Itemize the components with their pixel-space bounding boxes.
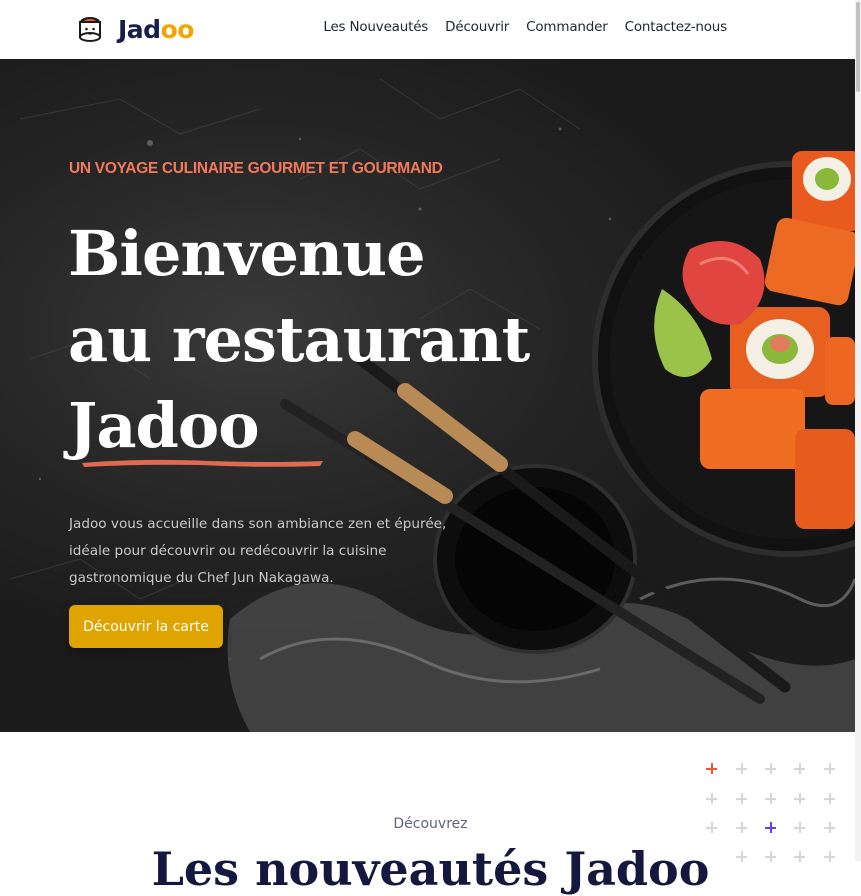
brand-name-main: Jad bbox=[118, 14, 161, 44]
main-nav: Les Nouveautés Découvrir Commander Conta… bbox=[306, 19, 727, 35]
plus-icon bbox=[765, 793, 776, 804]
sushi-chef-icon bbox=[79, 17, 101, 42]
plus-icon bbox=[736, 793, 747, 804]
hero-description: Jadoo vous accueille dans son ambiance z… bbox=[69, 516, 447, 586]
section-eyebrow: Découvrez bbox=[393, 816, 468, 832]
brand-logo[interactable]: Jadoo bbox=[76, 14, 194, 44]
nav-item-decouvrir[interactable]: Découvrir bbox=[445, 19, 509, 35]
hero-headline-line-2: au restaurant bbox=[68, 303, 530, 376]
hero-headline-line-1: Bienvenue bbox=[68, 217, 426, 290]
brand-name: Jadoo bbox=[118, 15, 194, 44]
nav-item-contact[interactable]: Contactez-nous bbox=[625, 19, 728, 35]
plus-icon bbox=[736, 763, 747, 774]
plus-icon bbox=[706, 793, 717, 804]
site-header: Jadoo Les Nouveautés Découvrir Commander… bbox=[0, 0, 861, 59]
page-scrollbar[interactable] bbox=[855, 0, 861, 861]
discover-menu-button[interactable]: Découvrir la carte bbox=[69, 605, 223, 648]
scrollbar-thumb[interactable] bbox=[856, 2, 860, 92]
section-title: Les nouveautés Jadoo bbox=[151, 842, 710, 896]
plus-icon bbox=[794, 763, 805, 774]
brush-underline bbox=[82, 459, 323, 467]
plus-icon bbox=[765, 763, 776, 774]
plus-icon bbox=[824, 793, 835, 804]
plus-icon bbox=[794, 793, 805, 804]
plus-icon bbox=[824, 763, 835, 774]
hero-eyebrow: UN VOYAGE CULINAIRE GOURMET ET GOURMAND bbox=[69, 160, 443, 177]
plus-icon bbox=[706, 763, 717, 774]
nav-item-commander[interactable]: Commander bbox=[526, 19, 608, 35]
hero-section: UN VOYAGE CULINAIRE GOURMET ET GOURMAND … bbox=[0, 59, 855, 732]
nav-item-nouveautes[interactable]: Les Nouveautés bbox=[323, 19, 428, 35]
brand-name-accent: oo bbox=[160, 14, 195, 44]
hero-headline: Bienvenue au restaurant Jadoo bbox=[68, 211, 530, 469]
